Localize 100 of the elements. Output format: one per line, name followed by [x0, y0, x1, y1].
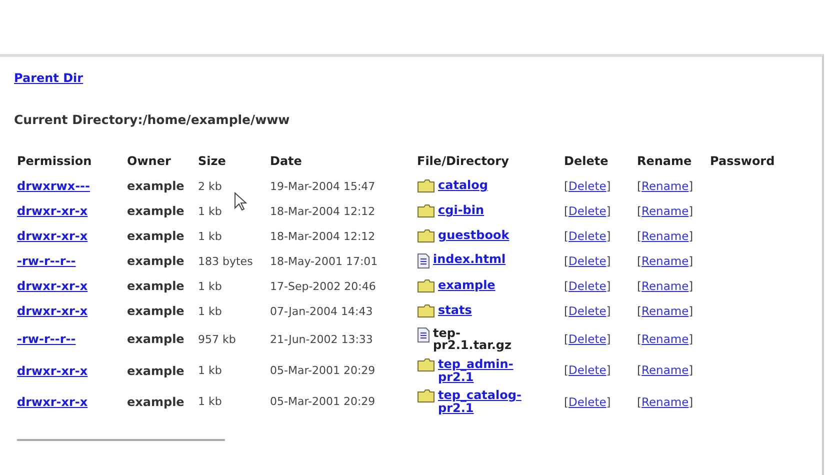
column-header: Delete [564, 152, 610, 170]
rename-link[interactable]: Rename [642, 304, 689, 318]
bracket-mark: ] [688, 304, 694, 318]
bracket-mark: [ [637, 394, 642, 409]
parent-dir-link[interactable]: Parent Dir [14, 71, 84, 85]
file-link[interactable]: tep_catalog-pr2.1 [438, 389, 538, 414]
size-text: 1 kb [198, 205, 222, 218]
bracket-mark: [ [637, 204, 642, 218]
bracket-mark: ] [606, 332, 611, 346]
permission-link[interactable]: drwxrwx--- [17, 179, 90, 194]
owner-text: example [127, 364, 184, 378]
column-header: Rename [637, 152, 693, 170]
date-text: 05-Mar-2001 20:29 [270, 364, 376, 378]
size-text: 1 kb [198, 280, 222, 293]
rename-link[interactable]: Rename [642, 332, 689, 346]
file-link[interactable]: tep_admin-pr2.1 [438, 358, 538, 384]
bracket-mark: [ [637, 279, 642, 294]
column-header: Owner [127, 152, 172, 170]
delete-link[interactable]: Delete [568, 279, 606, 294]
delete-link[interactable]: Delete [568, 394, 606, 409]
date-text: 05-Mar-2001 20:29 [270, 395, 376, 408]
bracket-mark: ] [688, 279, 694, 294]
document-icon [417, 252, 430, 269]
file-link[interactable]: guestbook [438, 228, 510, 242]
size-text: 1 kb [198, 364, 222, 378]
bracket-mark: [ [637, 304, 642, 318]
date-text: 18-May-2001 17:01 [270, 255, 378, 268]
bracket-mark: [ [637, 254, 642, 268]
delete-link[interactable]: Delete [568, 363, 606, 378]
bracket-mark: ] [606, 363, 611, 378]
permission-link[interactable]: drwxr-xr-x [17, 364, 88, 378]
file-name: tep-pr2.1.tar.gz [433, 326, 512, 352]
bracket-mark: ] [688, 394, 694, 409]
size-text: 183 bytes [198, 255, 253, 268]
bracket-mark: ] [688, 229, 694, 244]
folder-icon [417, 358, 435, 372]
mouse-pointer-icon [234, 192, 247, 211]
size-text: 1 kb [198, 305, 222, 318]
column-header: Date [270, 152, 303, 170]
file-link[interactable]: example [438, 278, 496, 292]
file-link[interactable]: cgi-bin [438, 204, 484, 217]
rename-link[interactable]: Rename [642, 229, 689, 244]
rename-link[interactable]: Rename [642, 394, 689, 409]
date-text: 17-Sep-2002 20:46 [270, 280, 376, 293]
bracket-mark: [ [637, 229, 642, 244]
bracket-mark: ] [606, 229, 611, 244]
delete-link[interactable]: Delete [568, 179, 606, 194]
permission-link[interactable]: drwxr-xr-x [17, 229, 88, 244]
bracket-mark: ] [606, 304, 611, 318]
owner-text: example [127, 304, 184, 318]
rename-link[interactable]: Rename [642, 204, 689, 218]
permission-link[interactable]: drwxr-xr-x [17, 394, 88, 409]
size-text: 1 kb [198, 395, 222, 408]
column-header: File/Directory [417, 152, 510, 170]
rename-link[interactable]: Rename [642, 179, 689, 194]
bracket-mark: ] [606, 254, 611, 268]
folder-icon [417, 389, 435, 404]
owner-text: example [127, 394, 184, 409]
bracket-mark: [ [637, 363, 642, 378]
bracket-mark: ] [606, 179, 611, 194]
file-link[interactable]: index.html [433, 252, 506, 266]
bracket-mark: [ [564, 179, 568, 194]
file-link[interactable]: catalog [438, 178, 488, 192]
delete-link[interactable]: Delete [568, 229, 606, 244]
owner-text: example [127, 229, 184, 244]
rename-link[interactable]: Rename [642, 363, 689, 378]
delete-link[interactable]: Delete [568, 204, 606, 218]
bracket-mark: [ [564, 279, 568, 294]
bracket-mark: [ [564, 204, 568, 218]
delete-link[interactable]: Delete [568, 332, 606, 346]
bracket-mark: ] [688, 204, 694, 218]
owner-text: example [127, 179, 184, 194]
permission-link[interactable]: drwxr-xr-x [17, 279, 88, 294]
bracket-mark: [ [564, 229, 568, 244]
owner-text: example [127, 204, 184, 218]
permission-link[interactable]: drwxr-xr-x [17, 204, 88, 218]
rename-link[interactable]: Rename [642, 254, 689, 268]
folder-icon [417, 278, 435, 293]
permission-link[interactable]: -rw-r--r-- [17, 254, 76, 268]
owner-text: example [127, 332, 184, 346]
bracket-mark: [ [637, 179, 642, 194]
delete-link[interactable]: Delete [568, 304, 606, 318]
date-text: 18-Mar-2004 12:12 [270, 205, 376, 218]
bracket-mark: [ [564, 363, 568, 378]
bracket-mark: ] [688, 254, 694, 268]
column-header: Password [710, 152, 776, 170]
document-icon [417, 326, 430, 343]
date-text: 07-Jan-2004 14:43 [270, 305, 373, 318]
size-text: 2 kb [198, 180, 222, 193]
column-header: Size [198, 152, 227, 170]
folder-icon [417, 178, 435, 193]
bracket-mark: ] [606, 279, 611, 294]
bracket-mark: ] [606, 394, 611, 409]
delete-link[interactable]: Delete [568, 254, 606, 268]
bracket-mark: ] [688, 332, 694, 346]
date-text: 19-Mar-2004 15:47 [270, 180, 376, 193]
file-link[interactable]: stats [438, 304, 472, 317]
permission-link[interactable]: -rw-r--r-- [17, 332, 76, 346]
permission-link[interactable]: drwxr-xr-x [17, 304, 88, 318]
rename-link[interactable]: Rename [642, 279, 689, 294]
